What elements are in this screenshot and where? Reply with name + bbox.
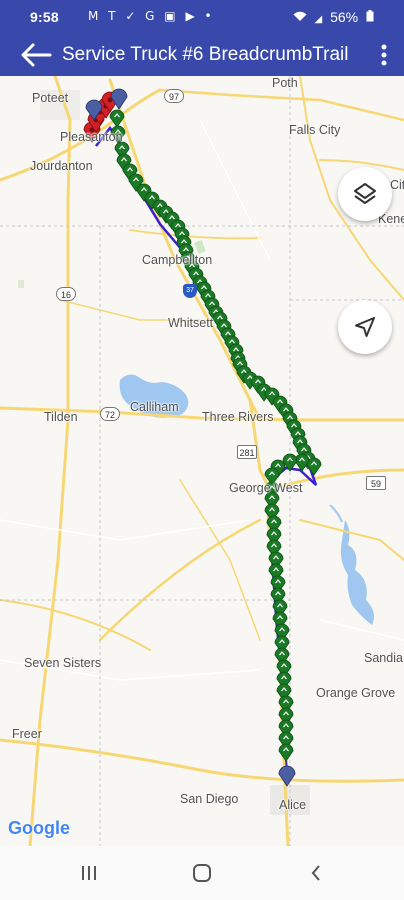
navigation-arrow-icon <box>355 317 375 337</box>
system-nav-bar <box>0 846 404 900</box>
layers-icon <box>354 183 376 204</box>
home-icon <box>193 864 211 882</box>
interstate-shield: 37 <box>183 284 197 298</box>
status-bar: 9:58 M T ✓ G ▣ ▶ • ◢ 56% <box>0 0 404 34</box>
place-label: Falls City <box>289 123 341 137</box>
more-vertical-icon <box>381 44 387 66</box>
place-label: Seven Sisters <box>24 656 102 670</box>
place-label: City <box>390 178 404 192</box>
status-right-group: ◢ 56% <box>289 9 374 25</box>
highway-shield: 72 <box>100 407 120 421</box>
highway-shield: 16 <box>56 287 76 301</box>
google-attribution: Google <box>8 818 70 839</box>
notification-icons: M T ✓ G ▣ ▶ • <box>88 9 215 23</box>
map-layers-button[interactable] <box>338 167 392 221</box>
place-label: Calliham <box>130 400 179 414</box>
place-label: Poth <box>272 76 298 90</box>
place-label: San Diego <box>180 792 239 806</box>
google-logo-text: Google <box>8 818 70 838</box>
place-label: Freer <box>12 727 42 741</box>
place-label: Whitsett <box>168 316 214 330</box>
signal-icon: ◢ <box>314 14 323 25</box>
battery-percent: 56% <box>330 9 359 25</box>
place-label: Poteet <box>32 91 69 105</box>
place-label: Campbellton <box>142 253 213 267</box>
app-bar: Service Truck #6 BreadcrumbTrail <box>0 34 404 76</box>
wifi-icon <box>293 9 311 25</box>
system-back-button[interactable] <box>291 858 341 888</box>
place-label: Three Rivers <box>202 410 274 424</box>
overflow-menu-button[interactable] <box>370 34 398 76</box>
place-label: Pleasanton <box>60 130 123 144</box>
battery-icon <box>366 9 374 25</box>
status-time: 9:58 <box>30 9 59 25</box>
highway-shield: 281 <box>237 445 257 459</box>
place-label: Alice <box>279 798 307 812</box>
recents-button[interactable] <box>64 858 114 888</box>
recents-icon <box>82 866 96 880</box>
back-button[interactable] <box>14 34 58 76</box>
place-label: Orange Grove <box>316 686 396 700</box>
place-label: George West <box>229 481 303 495</box>
my-location-button[interactable] <box>338 300 392 354</box>
page-title: Service Truck #6 BreadcrumbTrail <box>62 44 349 65</box>
home-button[interactable] <box>177 858 227 888</box>
place-label: Sandia <box>364 651 403 665</box>
place-label: Jourdanton <box>30 159 93 173</box>
back-chevron-icon <box>311 865 320 881</box>
arrow-left-icon <box>21 43 52 67</box>
map-view[interactable]: Poteet Poth Pleasanton Falls City Jourda… <box>0 76 404 846</box>
highway-shield: 97 <box>164 89 184 103</box>
highway-shield: 59 <box>366 476 386 490</box>
place-label: Tilden <box>44 410 78 424</box>
